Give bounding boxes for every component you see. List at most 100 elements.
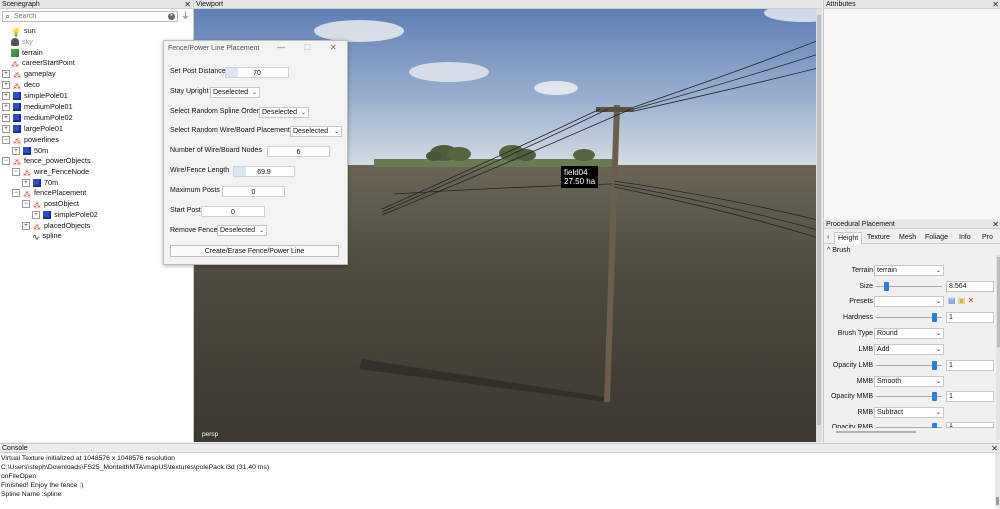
stay-upright-select[interactable]: Deselected ⌄ bbox=[210, 87, 260, 98]
scrollbar-thumb[interactable] bbox=[996, 497, 999, 505]
expand-icon[interactable]: + bbox=[2, 125, 10, 134]
tab-pro[interactable]: Pro bbox=[979, 232, 996, 243]
brush-type-select[interactable]: Round ⌄ bbox=[874, 328, 944, 339]
maximize-icon[interactable]: ☐ bbox=[304, 43, 311, 52]
console-line: C:\Users\steph\Downloads\FS25_MonteithMT… bbox=[1, 464, 270, 471]
transform-group-icon: ⁂ bbox=[33, 201, 41, 211]
slider-handle[interactable] bbox=[932, 423, 937, 428]
lmb-select[interactable]: Add ⌄ bbox=[874, 344, 944, 355]
tree-item-sky[interactable]: sky bbox=[11, 36, 33, 47]
tree-item-label: simplePole01 bbox=[24, 91, 68, 100]
random-wire-board-select[interactable]: Deselected ⌄ bbox=[290, 126, 342, 137]
size-input[interactable]: 8.564 bbox=[946, 281, 994, 292]
tree-item-fence-powerobjects[interactable]: − ⁂ fence_powerObjects bbox=[2, 155, 91, 167]
console-scrollbar[interactable] bbox=[995, 453, 1000, 508]
tree-item-fenceplacement[interactable]: − ⁂ fencePlacement bbox=[12, 187, 86, 199]
tab-height[interactable]: Height bbox=[834, 232, 863, 244]
search-input[interactable] bbox=[14, 12, 164, 21]
expand-icon[interactable]: + bbox=[22, 179, 30, 188]
tree-item-sun[interactable]: 💡 sun bbox=[11, 25, 36, 37]
hardness-slider[interactable] bbox=[876, 312, 942, 323]
slider-handle[interactable] bbox=[884, 282, 889, 291]
opacity-mmb-input[interactable]: 1 bbox=[946, 391, 994, 402]
tree-item-wire-fencenode[interactable]: − ⁂ wire_FenceNode bbox=[12, 166, 89, 178]
viewport-scrollbar[interactable] bbox=[816, 9, 822, 442]
tab-scroll-left-icon[interactable]: ‹ bbox=[824, 232, 832, 243]
scenegraph-search[interactable]: ⌕ × bbox=[2, 11, 178, 22]
tab-foliage[interactable]: Foliage bbox=[922, 232, 951, 243]
collapse-icon[interactable]: − bbox=[2, 136, 10, 145]
expand-icon[interactable]: + bbox=[32, 211, 40, 220]
presets-select[interactable]: ⌄ bbox=[874, 296, 944, 307]
opacity-rmb-input[interactable]: 1 bbox=[946, 422, 994, 428]
tree-item-largepole01[interactable]: + largePole01 bbox=[2, 123, 63, 134]
size-slider[interactable] bbox=[876, 281, 942, 292]
tree-item-mediumpole01[interactable]: + mediumPole01 bbox=[2, 101, 73, 112]
tab-texture[interactable]: Texture bbox=[864, 232, 893, 243]
expand-icon[interactable]: + bbox=[2, 92, 10, 101]
remove-fence-select[interactable]: Deselected ⌄ bbox=[217, 225, 267, 236]
tree-item-postobject[interactable]: − ⁂ postObject bbox=[22, 198, 79, 211]
tree-item-deco[interactable]: + ⁂ deco bbox=[2, 79, 40, 91]
close-icon[interactable]: ✕ bbox=[991, 444, 998, 453]
hardness-input[interactable]: 1 bbox=[946, 312, 994, 323]
tab-info[interactable]: Info bbox=[956, 232, 974, 243]
search-icon: ⌕ bbox=[5, 11, 11, 21]
random-spline-order-select[interactable]: Deselected ⌄ bbox=[259, 107, 309, 118]
expand-icon[interactable]: + bbox=[2, 70, 10, 79]
save-preset-icon[interactable]: ▤ bbox=[948, 296, 956, 305]
wire-fence-length-input[interactable]: 69.9 bbox=[233, 166, 295, 177]
expand-icon[interactable]: + bbox=[2, 81, 10, 90]
rmb-select[interactable]: Subtract ⌄ bbox=[874, 407, 944, 418]
wire-board-nodes-input[interactable]: 6 bbox=[267, 146, 330, 157]
tab-mesh[interactable]: Mesh bbox=[896, 232, 919, 243]
set-post-distance-input[interactable]: 70 bbox=[225, 67, 289, 78]
expand-icon[interactable]: + bbox=[2, 103, 10, 112]
opacity-rmb-slider[interactable] bbox=[876, 422, 942, 428]
filter-icon[interactable]: ⏚ bbox=[180, 11, 191, 22]
maximum-posts-input[interactable]: 0 bbox=[222, 186, 285, 197]
delete-preset-icon[interactable]: ✕ bbox=[968, 296, 975, 305]
tree-item-careerstartpoint[interactable]: ⁂ careerStartPoint bbox=[11, 57, 75, 69]
expand-icon[interactable]: + bbox=[2, 114, 10, 123]
clear-search-icon[interactable]: × bbox=[168, 13, 175, 20]
collapse-icon[interactable]: − bbox=[2, 157, 10, 166]
close-icon[interactable]: ✕ bbox=[992, 220, 999, 229]
collapse-icon[interactable]: − bbox=[12, 168, 20, 177]
brush-section-header[interactable]: ^ Brush bbox=[827, 247, 851, 254]
opacity-lmb-input[interactable]: 1 bbox=[946, 360, 994, 371]
procedural-vscrollbar[interactable] bbox=[996, 255, 1000, 440]
close-icon[interactable]: ✕ bbox=[184, 0, 191, 9]
tree-item-spline[interactable]: ∿ spline bbox=[32, 230, 62, 242]
slider-handle[interactable] bbox=[932, 392, 937, 401]
collapse-icon[interactable]: − bbox=[22, 200, 30, 209]
start-post-input[interactable]: 0 bbox=[201, 206, 265, 217]
select-value: terrain bbox=[877, 267, 897, 274]
opacity-lmb-slider[interactable] bbox=[876, 360, 942, 371]
opacity-mmb-slider[interactable] bbox=[876, 391, 942, 402]
minimize-icon[interactable]: — bbox=[277, 43, 285, 52]
scrollbar-thumb[interactable] bbox=[817, 15, 821, 425]
hardness-label: Hardness bbox=[843, 314, 873, 321]
tree-item-label: spline bbox=[42, 231, 62, 240]
collapse-icon[interactable]: − bbox=[12, 189, 20, 198]
slider-handle[interactable] bbox=[932, 313, 937, 322]
expand-icon[interactable]: + bbox=[12, 147, 20, 156]
expand-icon[interactable]: + bbox=[22, 222, 30, 231]
tree-item-gameplay[interactable]: + ⁂ gameplay bbox=[2, 68, 56, 80]
create-erase-fence-button[interactable]: Create/Erase Fence/Power Line bbox=[170, 245, 339, 257]
slider-handle[interactable] bbox=[932, 361, 937, 370]
tree-item-powerlines[interactable]: − ⁂ powerlines bbox=[2, 134, 59, 146]
terrain-select[interactable]: terrain ⌄ bbox=[874, 265, 944, 276]
tree-item-simplepole01[interactable]: + simplePole01 bbox=[2, 90, 68, 101]
tree-item-simplepole02[interactable]: + simplePole02 bbox=[32, 209, 98, 220]
mmb-select[interactable]: Smooth ⌄ bbox=[874, 376, 944, 387]
tree-item-label: careerStartPoint bbox=[22, 58, 75, 67]
field-tooltip: field04 27.50 ha bbox=[561, 166, 599, 188]
tree-item-mediumpole02[interactable]: + mediumPole02 bbox=[2, 112, 73, 123]
procedural-hscrollbar[interactable] bbox=[836, 431, 916, 433]
cube-icon bbox=[13, 114, 21, 123]
close-icon[interactable]: ✕ bbox=[992, 0, 999, 9]
close-icon[interactable]: ✕ bbox=[330, 43, 337, 52]
load-preset-icon[interactable]: ▣ bbox=[958, 296, 966, 305]
